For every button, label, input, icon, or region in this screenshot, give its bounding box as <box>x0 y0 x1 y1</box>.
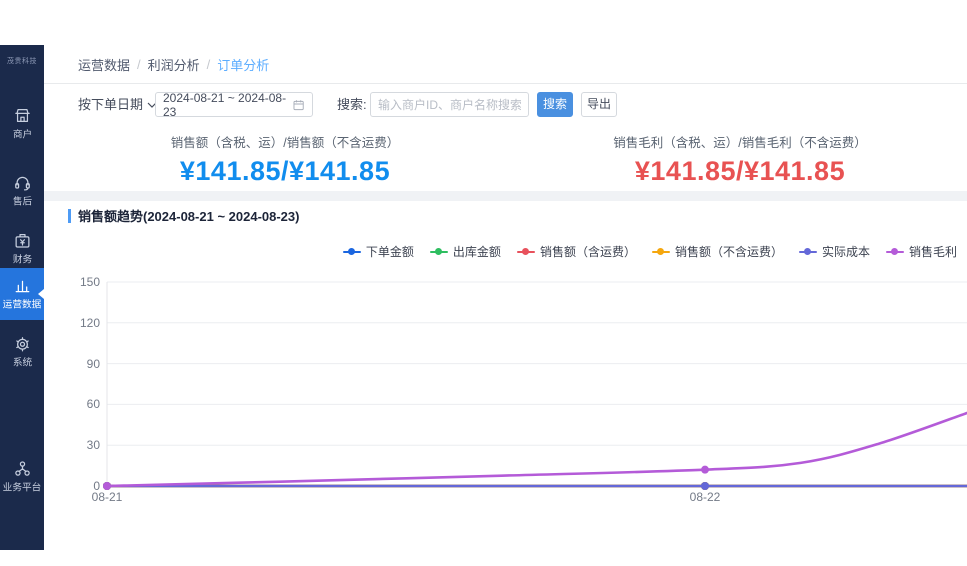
y-axis-tick-label: 60 <box>60 397 100 411</box>
search-button[interactable]: 搜索 <box>537 92 573 117</box>
breadcrumb-separator: / <box>207 57 211 72</box>
legend-label: 下单金额 <box>366 243 414 260</box>
gross-profit-label: 销售毛利（含税、运）/销售毛利（不含运费） <box>540 132 940 151</box>
breadcrumb-separator: / <box>137 57 141 72</box>
gross-profit-stat: 销售毛利（含税、运）/销售毛利（不含运费） ¥141.85/¥141.85 <box>540 132 940 187</box>
legend-label: 销售毛利 <box>909 243 957 260</box>
sales-amount-value: ¥141.85/¥141.85 <box>85 156 485 187</box>
sidebar-item-business-platform[interactable]: 业务平台 <box>0 453 44 501</box>
org-platform-icon <box>13 459 32 478</box>
sidebar-item-label: 商户 <box>12 128 31 142</box>
legend-item-3[interactable]: 销售额（不含运费） <box>652 243 783 260</box>
gross-profit-value: ¥141.85/¥141.85 <box>540 156 940 187</box>
sidebar: 茂贵科技 商户售后财务运营数据系统业务平台 <box>0 45 44 550</box>
breadcrumb: 运营数据 / 利润分析 / 订单分析 <box>78 45 269 83</box>
legend-label: 销售额（不含运费） <box>675 243 783 260</box>
calendar-icon <box>292 98 305 112</box>
legend-marker <box>343 251 361 253</box>
topbar-divider <box>44 83 967 84</box>
headset-icon <box>13 173 32 192</box>
y-axis-tick-label: 150 <box>60 275 100 289</box>
sales-amount-stat: 销售额（含税、运）/销售额（不含运费） ¥141.85/¥141.85 <box>85 132 485 187</box>
sales-trend-line-chart <box>0 0 967 566</box>
x-axis-tick-label: 08-21 <box>77 490 137 504</box>
breadcrumb-item[interactable]: 运营数据 <box>78 55 130 74</box>
chart-title: 销售额趋势(2024-08-21 ~ 2024-08-23) <box>78 206 299 225</box>
sidebar-item-after-sale[interactable]: 售后 <box>0 167 44 215</box>
search-label: 搜索: <box>337 92 367 117</box>
sidebar-item-finance[interactable]: 财务 <box>0 225 44 273</box>
y-axis-tick-label: 120 <box>60 316 100 330</box>
legend-marker <box>430 251 448 253</box>
sidebar-item-label: 业务平台 <box>3 481 42 495</box>
sidebar-item-label: 系统 <box>12 356 31 370</box>
y-axis-tick-label: 30 <box>60 438 100 452</box>
legend-marker <box>517 251 535 253</box>
sidebar-item-system[interactable]: 系统 <box>0 328 44 376</box>
gear-icon <box>13 334 32 353</box>
legend-item-5[interactable]: 销售毛利 <box>886 243 957 260</box>
sidebar-item-label: 财务 <box>12 253 31 267</box>
app-logo: 茂贵科技 <box>0 56 44 66</box>
sidebar-item-operation-data[interactable]: 运营数据 <box>0 268 44 320</box>
legend-label: 销售额（含运费） <box>540 243 636 260</box>
breadcrumb-item[interactable]: 利润分析 <box>148 55 200 74</box>
legend-item-4[interactable]: 实际成本 <box>799 243 870 260</box>
sidebar-item-label: 运营数据 <box>3 298 42 312</box>
search-input[interactable] <box>370 92 529 117</box>
date-type-selector[interactable]: 按下单日期 <box>78 92 157 117</box>
y-axis-tick-label: 90 <box>60 357 100 371</box>
breadcrumb-bar: 运营数据 / 利润分析 / 订单分析 <box>44 45 967 83</box>
bar-chart-icon <box>13 276 32 295</box>
legend-marker <box>652 251 670 253</box>
sidebar-item-label: 售后 <box>12 195 31 209</box>
legend-label: 出库金额 <box>453 243 501 260</box>
legend-item-1[interactable]: 出库金额 <box>430 243 501 260</box>
legend-item-2[interactable]: 销售额（含运费） <box>517 243 636 260</box>
legend-marker <box>886 251 904 253</box>
date-type-label: 按下单日期 <box>78 92 143 117</box>
export-button[interactable]: 导出 <box>581 92 617 117</box>
sales-amount-label: 销售额（含税、运）/销售额（不含运费） <box>85 132 485 151</box>
x-axis-tick-label: 08-22 <box>675 490 735 504</box>
legend-marker <box>799 251 817 253</box>
storefront-icon <box>13 106 32 125</box>
section-gap <box>44 191 967 201</box>
chart-legend: 下单金额 出库金额 销售额（含运费） 销售额（不含运费） 实际成本 销售毛利 <box>343 243 957 260</box>
page: 茂贵科技 商户售后财务运营数据系统业务平台 运营数据/利润分析/订单分析 按下单… <box>0 0 967 566</box>
finance-icon <box>13 231 32 250</box>
breadcrumb-item[interactable]: 订单分析 <box>217 55 269 74</box>
active-notch <box>38 289 44 299</box>
legend-label: 实际成本 <box>822 243 870 260</box>
date-range-value: 2024-08-21 ~ 2024-08-23 <box>163 91 292 119</box>
legend-item-0[interactable]: 下单金额 <box>343 243 414 260</box>
sidebar-item-merchant[interactable]: 商户 <box>0 100 44 148</box>
date-range-input[interactable]: 2024-08-21 ~ 2024-08-23 <box>155 92 313 117</box>
chart-title-marker <box>68 209 71 223</box>
